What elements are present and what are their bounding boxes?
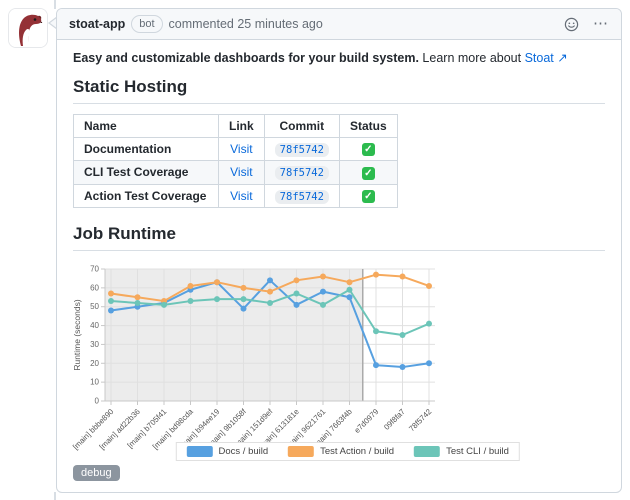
visit-link[interactable]: Visit <box>230 189 252 203</box>
smiley-reaction-button[interactable] <box>564 17 579 32</box>
legend-label: Test CLI / build <box>446 445 509 457</box>
table-row: Documentation Visit 78f5742 ✓ <box>73 136 398 162</box>
intro-text: Easy and customizable dashboards for you… <box>73 50 605 65</box>
timeline-line <box>54 492 56 500</box>
row-name-cell: Documentation <box>73 136 219 162</box>
status-check-icon: ✓ <box>361 166 375 180</box>
column-header-status: Status <box>338 114 398 138</box>
intro-regular-text: Learn more about <box>422 51 522 65</box>
legend-item-docs: Docs / build <box>186 445 269 457</box>
table-row: Action Test Coverage Visit 78f5742 ✓ <box>73 183 398 208</box>
svg-text:10: 10 <box>90 378 99 387</box>
svg-text:09f8fa7: 09f8fa7 <box>382 407 407 432</box>
commit-chip[interactable]: 78f5742 <box>274 143 329 158</box>
commented-text: commented <box>168 17 234 31</box>
legend-item-test-action: Test Action / build <box>288 445 395 457</box>
legend-label: Docs / build <box>218 445 269 457</box>
chart-svg: Runtime (seconds) 010203040506070[main] … <box>71 264 435 451</box>
hosting-table: Name Link Commit Status Documentation Vi… <box>73 114 398 208</box>
debug-toggle[interactable]: debug <box>73 464 120 481</box>
bot-comment: stoat-app bot commented 25 minutes ago ⋯… <box>56 8 622 493</box>
column-header-link: Link <box>218 114 265 138</box>
y-axis-title: Runtime (seconds) <box>72 299 82 371</box>
row-name-cell: Action Test Coverage <box>73 183 219 208</box>
svg-text:40: 40 <box>90 321 99 330</box>
status-check-icon: ✓ <box>361 189 375 203</box>
svg-text:70: 70 <box>90 264 99 273</box>
svg-text:78f5742: 78f5742 <box>407 407 433 433</box>
column-header-name: Name <box>73 114 219 138</box>
job-runtime-heading: Job Runtime <box>73 224 605 251</box>
row-name-cell: CLI Test Coverage <box>73 160 219 185</box>
legend-item-test-cli: Test CLI / build <box>414 445 509 457</box>
author-link[interactable]: stoat-app <box>69 17 125 31</box>
legend-swatch <box>288 445 315 457</box>
legend-label: Test Action / build <box>320 445 395 457</box>
table-header-row: Name Link Commit Status <box>73 114 398 138</box>
legend-swatch <box>186 445 213 457</box>
visit-link[interactable]: Visit <box>230 165 252 179</box>
comment-meta: commented 25 minutes ago <box>169 17 323 31</box>
visit-link[interactable]: Visit <box>230 142 252 156</box>
svg-text:e7d0979: e7d0979 <box>353 407 381 435</box>
comment-timestamp[interactable]: 25 minutes ago <box>237 17 322 31</box>
comment-body: Easy and customizable dashboards for you… <box>57 40 621 489</box>
kebab-menu-button[interactable]: ⋯ <box>593 16 609 31</box>
legend-swatch <box>414 445 441 457</box>
svg-text:0: 0 <box>95 396 100 405</box>
timeline-line <box>54 0 56 9</box>
column-header-commit: Commit <box>263 114 340 138</box>
svg-text:50: 50 <box>90 302 99 311</box>
avatar[interactable] <box>8 8 48 48</box>
intro-bold-text: Easy and customizable dashboards for you… <box>73 51 419 65</box>
commit-chip[interactable]: 78f5742 <box>274 189 329 204</box>
stoat-logo-icon <box>9 9 47 47</box>
status-check-icon: ✓ <box>361 143 375 157</box>
external-link-icon: ↗ <box>557 51 568 65</box>
svg-text:30: 30 <box>90 340 99 349</box>
stoat-link[interactable]: Stoat ↗ <box>525 51 568 65</box>
table-row: CLI Test Coverage Visit 78f5742 ✓ <box>73 160 398 185</box>
job-runtime-chart: Runtime (seconds) 0 10 20 30 40 50 60 70 [main] … <box>69 261 605 461</box>
bot-badge: bot <box>131 15 163 33</box>
svg-text:20: 20 <box>90 359 99 368</box>
commit-chip[interactable]: 78f5742 <box>274 166 329 181</box>
chart-legend: Docs / build Test Action / build Test CL… <box>175 441 520 461</box>
comment-header: stoat-app bot commented 25 minutes ago ⋯ <box>57 9 621 40</box>
svg-text:60: 60 <box>90 283 99 292</box>
static-hosting-heading: Static Hosting <box>73 77 605 104</box>
